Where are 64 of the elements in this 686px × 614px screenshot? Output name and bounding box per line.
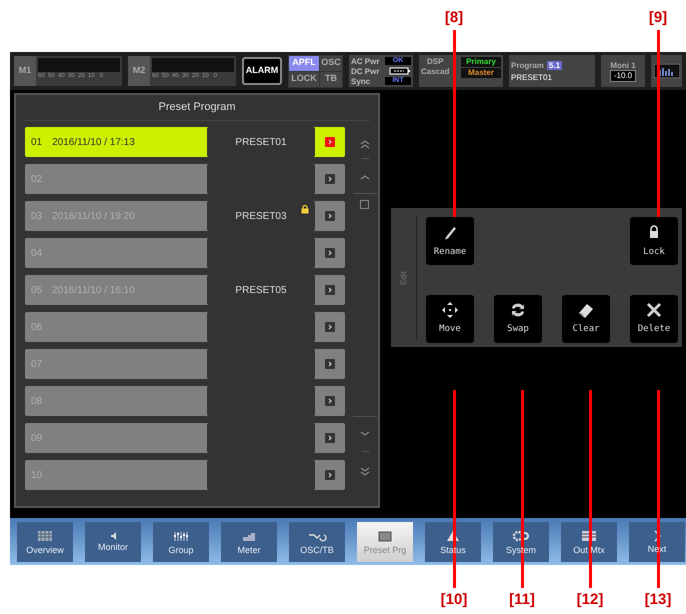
monitor-icon [110,532,116,540]
callout-label: [8] [444,8,464,28]
scroll-down-icon[interactable] [360,431,370,437]
dsp-label: DSP [427,57,444,67]
row-arrow-button[interactable] [325,359,335,369]
primary-indicator: Primary [461,57,501,67]
callout-label: [9] [648,8,668,28]
scroll-up-icon[interactable] [360,174,370,180]
move-button[interactable]: Move [426,294,474,342]
checkbox-icon [360,200,369,209]
callout-label: [12] [576,590,604,610]
nav-button[interactable]: Monitor [85,522,141,562]
status-label: AC Pwr [351,56,380,66]
moni-label: Moni 1 [610,60,636,70]
mode-button[interactable]: TB [320,72,342,86]
nav-button[interactable]: OSC/TB [289,522,345,562]
nav-button[interactable]: Meter [221,522,277,562]
master-indicator: Master [461,68,501,78]
status-label: Sync [351,76,370,86]
row-arrow-button[interactable] [325,322,335,332]
system-icon [511,528,531,542]
scroll-bottom-icon[interactable] [360,467,370,477]
row-date: 2016/11/10 / 17:13 [52,136,135,150]
meter-label: M1 [14,56,36,86]
preset-name: PRESET03 [235,210,287,224]
program-name: PRESET01 [511,72,553,82]
edit-label: Edit [398,270,408,284]
alarm-button[interactable]: ALARM [242,57,282,85]
battery-icon [389,67,411,75]
move-arrows-icon [440,300,460,320]
status-label: DC Pwr [351,66,380,76]
swap-button[interactable]: Swap [494,294,542,342]
preset-row[interactable]: 01 2016/11/10 / 17:13 PRESET01 [25,127,345,157]
row-arrow-button[interactable] [325,211,335,221]
panel-title: Preset Program [158,100,236,116]
program-number: 5.1 [546,60,562,70]
row-arrow-button[interactable] [325,470,335,480]
clear-button[interactable]: Clear [562,294,610,342]
row-arrow-button[interactable] [325,433,335,443]
scroll-top-icon[interactable] [360,139,370,149]
overview-icon [35,528,55,542]
callout-label: [10] [440,590,468,610]
mode-button[interactable]: OSC [320,56,342,70]
program-label: Program [511,60,544,70]
nav-button[interactable]: Overview [17,522,73,562]
row-arrow-button[interactable] [325,396,335,406]
delete-button[interactable]: Delete [630,294,678,342]
meter-label: M2 [128,56,150,86]
row-arrow-button[interactable] [325,174,335,184]
preset-name: PRESET05 [235,284,287,298]
lock-button[interactable]: Lock [630,217,678,265]
rename-button[interactable]: Rename [426,217,474,265]
callout-label: [11] [509,590,535,610]
dsp-label: Cascad [421,67,450,77]
chevron-right-icon [654,530,660,542]
moni-value: -10.0 [610,70,636,82]
preset-name: PRESET01 [235,136,287,150]
nav-button[interactable]: Group [153,522,209,562]
row-number: 01 [31,136,42,150]
row-arrow-button[interactable] [325,248,335,258]
mode-button[interactable]: LOCK [289,72,319,86]
mode-button[interactable]: APFL [289,56,319,70]
row-arrow-button[interactable] [325,285,335,295]
callout-label: [13] [644,590,672,610]
